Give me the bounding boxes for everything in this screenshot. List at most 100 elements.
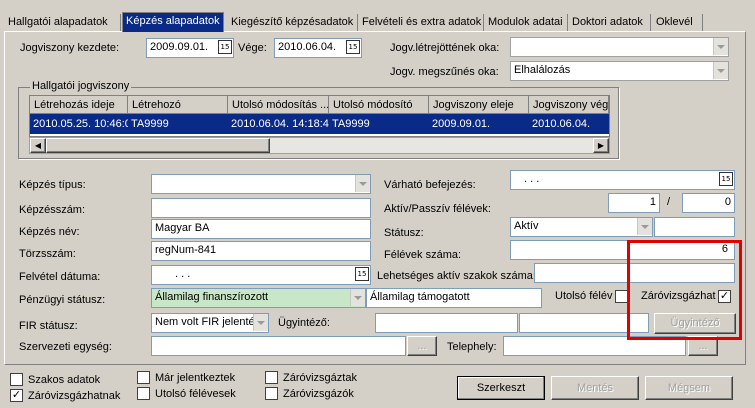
grid-header[interactable]: Jogviszony eleje	[429, 96, 529, 114]
megsem-button[interactable]: Mégsem	[645, 376, 733, 400]
group-label: Hallgatói jogviszony	[30, 80, 132, 93]
tab-kepzes-alapadatok[interactable]: Képzés alapadatok	[122, 12, 224, 32]
mentes-button[interactable]: Mentés	[551, 376, 639, 400]
penzugyi-statusz-value: Államilag finanszírozott	[155, 291, 269, 303]
scroll-left-button[interactable]: ◀	[30, 138, 46, 153]
statusz-extra-field[interactable]	[654, 217, 735, 237]
statusz-label: Státusz:	[384, 227, 424, 239]
zarovizsgazok-checkbox[interactable]	[265, 387, 278, 400]
table-row-cell[interactable]: 2010.06.04.	[529, 114, 609, 134]
szerkeszt-button[interactable]: Szerkeszt	[457, 376, 545, 400]
tab-kiegeszito-kepzesadatok[interactable]: Kiegészítő képzésadatok	[231, 14, 353, 31]
table-row-cell[interactable]: 2010.06.04. 14:18:45	[228, 114, 329, 134]
tab-felveteli-es-extra-adatok[interactable]: Felvételi és extra adatok	[362, 14, 481, 31]
felvetel-datuma-field[interactable]: . . . 15	[151, 265, 371, 285]
kepzes-tipus-select[interactable]	[151, 174, 371, 194]
chevron-down-icon[interactable]	[637, 218, 652, 235]
varhato-befejezes-field[interactable]: . . . 15	[510, 170, 735, 190]
felvetel-datuma-value: . . .	[175, 268, 191, 280]
statusz-value: Aktív	[514, 220, 539, 232]
letrejott-select[interactable]	[510, 37, 729, 57]
kepzes-nev-field[interactable]: Magyar BA	[151, 219, 371, 239]
penzugyi-statusz-select[interactable]: Államilag finanszírozott	[151, 288, 366, 308]
tab-modulok-adatai[interactable]: Modulok adatai	[488, 14, 563, 31]
megszunes-label: Jogv. megszűnés oka:	[390, 66, 499, 78]
fir-statusz-select[interactable]: Nem volt FIR jelentés	[151, 313, 269, 333]
jogviszony-kezdete-label: Jogviszony kezdete:	[20, 42, 120, 54]
tab-separator	[702, 14, 703, 31]
telephely-label: Telephely:	[447, 341, 497, 353]
letrejott-label: Jogv.létrejöttének oka:	[390, 42, 500, 54]
ugyintezo-field[interactable]	[375, 313, 518, 333]
chevron-down-icon[interactable]	[355, 175, 370, 192]
calendar-icon[interactable]: 15	[719, 172, 733, 186]
zarovizsgazok-label: Záróvizsgázók	[283, 388, 354, 400]
scroll-thumb[interactable]	[46, 138, 270, 153]
table-row-cell[interactable]: 2009.09.01.	[429, 114, 529, 134]
grid-header[interactable]: Utolsó módosító	[329, 96, 429, 114]
penzugyi-statusz-label: Pénzügyi státusz:	[19, 294, 106, 306]
grid-header[interactable]: Utolsó módosítás ...	[228, 96, 329, 114]
mar-jelentkeztek-checkbox[interactable]	[137, 371, 150, 384]
zarovizsgaztak-checkbox[interactable]	[265, 371, 278, 384]
check-icon: ✓	[11, 388, 22, 401]
megszunes-select[interactable]: Elhalálozás	[510, 61, 729, 81]
grid-header[interactable]: Jogviszony vége	[529, 96, 609, 114]
felvetel-datuma-label: Felvétel dátuma:	[19, 271, 101, 283]
chevron-down-icon[interactable]	[713, 62, 728, 79]
tab-doktori-adatok[interactable]: Doktori adatok	[572, 14, 643, 31]
szakos-adatok-checkbox[interactable]	[10, 373, 23, 386]
kepzes-nev-label: Képzés név:	[19, 226, 80, 238]
table-row-cell[interactable]: 2010.05.25. 10:46:05	[30, 114, 128, 134]
calendar-icon[interactable]: 15	[218, 40, 232, 54]
tab-separator	[650, 14, 651, 31]
chevron-down-icon[interactable]	[350, 289, 365, 306]
chevron-down-icon[interactable]	[713, 38, 728, 55]
statusz-select[interactable]: Aktív	[510, 217, 653, 237]
calendar-icon[interactable]: 15	[355, 267, 369, 281]
aktiv-passziv-label: Aktív/Passzív félévek:	[384, 203, 491, 215]
szervezeti-egyseg-label: Szervezeti egység:	[19, 341, 112, 353]
tab-separator	[120, 14, 121, 31]
calendar-icon[interactable]: 15	[346, 40, 360, 54]
utolso-felevesek-checkbox[interactable]	[137, 387, 150, 400]
szervezeti-egyseg-browse-button[interactable]: ...	[407, 336, 437, 356]
scroll-right-button[interactable]: ▶	[593, 138, 609, 153]
tab-separator	[357, 14, 358, 31]
kepzesszam-label: Képzésszám:	[19, 204, 86, 216]
kepzesszam-field[interactable]	[151, 198, 371, 218]
jogviszony-kezdete-value: 2009.09.01.	[150, 41, 209, 53]
passziv-felevek-field[interactable]: 0	[682, 193, 735, 213]
utolso-felevesek-label: Utolsó félévesek	[155, 388, 236, 400]
szervezeti-egyseg-field[interactable]	[151, 336, 406, 356]
varhato-befejezes-value: . . .	[524, 173, 540, 185]
torzsszam-label: Törzsszám:	[19, 248, 76, 260]
vege-label: Vége:	[238, 42, 267, 54]
torzsszam-field[interactable]: regNum-841	[151, 241, 371, 261]
megszunes-value: Elhalálozás	[514, 64, 571, 76]
grid-header[interactable]: Létrehozás ideje	[30, 96, 128, 114]
table-row-cell[interactable]: TA9999	[329, 114, 429, 134]
fir-statusz-label: FIR státusz:	[19, 320, 78, 332]
tab-separator	[567, 14, 568, 31]
penzugyi-statusz-2-field[interactable]: Államilag támogatott	[366, 288, 542, 308]
table-row-cell[interactable]: TA9999	[128, 114, 228, 134]
tab-oklevel[interactable]: Oklevél	[656, 14, 693, 31]
aktiv-felevek-field[interactable]: 1	[608, 193, 660, 213]
ugyintezo-label: Ügyintéző:	[278, 317, 330, 329]
highlight-box	[627, 240, 742, 340]
jogviszony-kezdete-field[interactable]: 2009.09.01. 15	[146, 38, 234, 58]
zarovizsgaztak-label: Záróvizsgáztak	[283, 372, 357, 384]
kepzes-tipus-label: Képzés típus:	[19, 179, 86, 191]
chevron-down-icon[interactable]	[253, 314, 268, 331]
vege-field[interactable]: 2010.06.04. 15	[274, 38, 362, 58]
szakos-adatok-label: Szakos adatok	[28, 374, 101, 386]
felevek-szama-label: Félévek száma:	[384, 249, 462, 261]
varhato-befejezes-label: Várható befejezés:	[384, 179, 476, 191]
lehetseges-label: Lehetséges aktív szakok száma:	[377, 270, 536, 282]
zarovizsgazhatnak-checkbox[interactable]: ✓	[10, 389, 23, 402]
tab-hallgatoi-alapadatok[interactable]: Hallgatói alapadatok	[8, 14, 108, 31]
vege-value: 2010.06.04.	[278, 41, 337, 53]
mar-jelentkeztek-label: Már jelentkeztek	[155, 372, 236, 384]
grid-header[interactable]: Létrehozó	[128, 96, 228, 114]
